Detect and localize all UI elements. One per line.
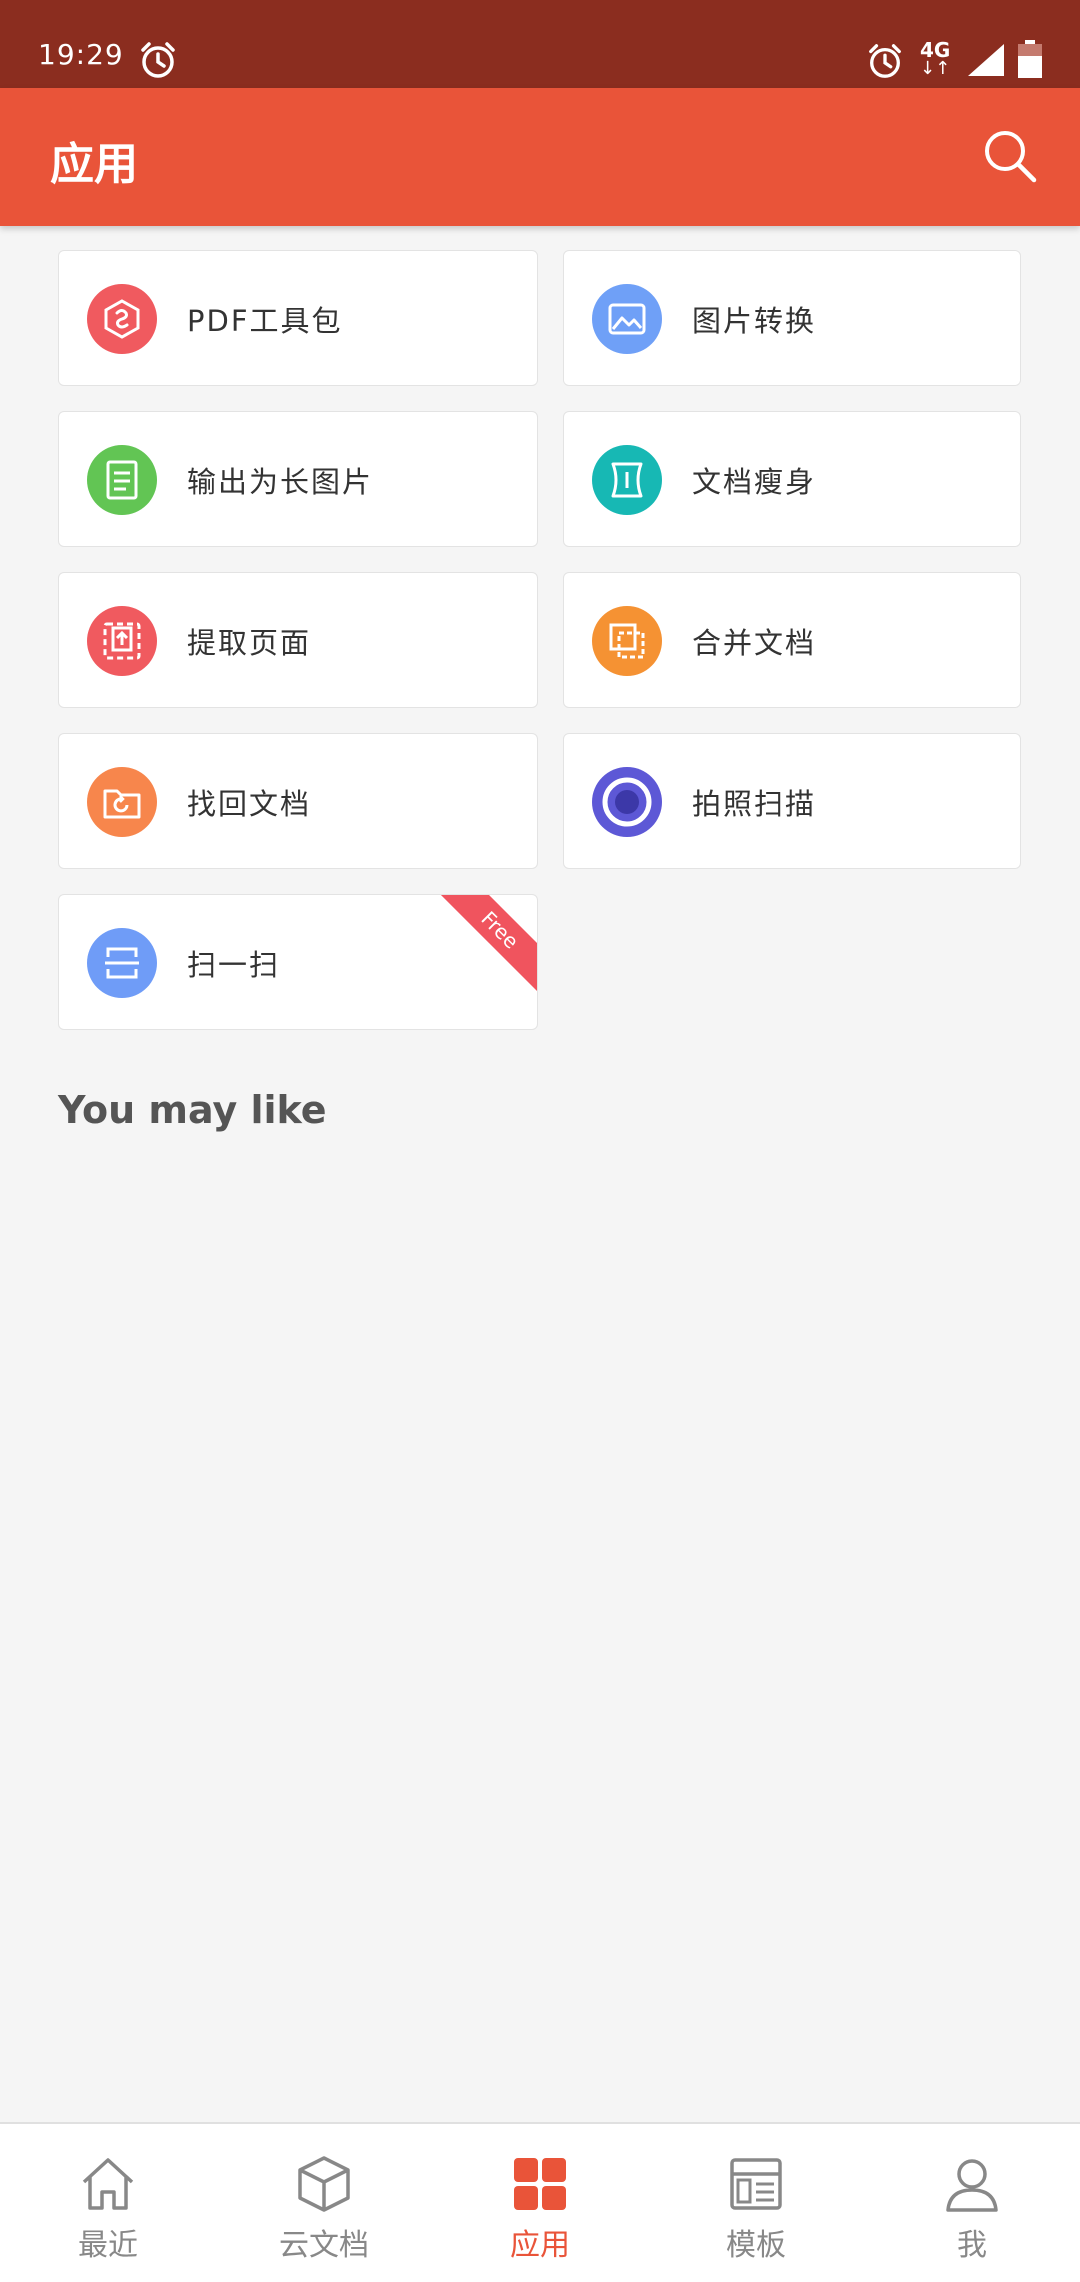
alarm-status-icon: [869, 44, 901, 78]
free-badge: Free: [434, 895, 537, 996]
nav-label: 应用: [510, 2228, 570, 2263]
battery-icon: [1018, 40, 1042, 78]
nav-label: 云文档: [279, 2228, 369, 2263]
scan-icon: [87, 928, 157, 998]
page-title: 应用: [50, 139, 138, 190]
extract-page-icon: [87, 606, 157, 676]
merge-document-icon: [592, 606, 662, 676]
nav-item-templates[interactable]: 模板: [648, 2124, 864, 2282]
home-icon: [82, 2158, 134, 2210]
nav-item-recent[interactable]: 最近: [0, 2124, 216, 2282]
network-type-icon: 4G ↓↑: [918, 38, 954, 82]
nav-label: 模板: [726, 2228, 786, 2263]
image-icon: [592, 284, 662, 354]
nav-item-me[interactable]: 我: [864, 2124, 1080, 2282]
document-slim-icon: [592, 445, 662, 515]
app-bar: 应用: [0, 88, 1080, 226]
nav-label: 最近: [78, 2228, 138, 2263]
network-arrows: ↓↑: [920, 58, 951, 79]
pdf-hexagon-icon: [87, 284, 157, 354]
long-image-icon: [87, 445, 157, 515]
tool-card-extract-page[interactable]: 提取页面: [58, 572, 538, 708]
tool-card-merge-document[interactable]: 合并文档: [563, 572, 1021, 708]
you-may-like-heading: You may like: [58, 1088, 327, 1132]
tool-label: PDF工具包: [187, 304, 343, 338]
tool-card-scan[interactable]: 扫一扫 Free: [58, 894, 538, 1030]
cloud-doc-cube-icon: [298, 2156, 350, 2212]
tool-card-recover-document[interactable]: 找回文档: [58, 733, 538, 869]
tool-label: 扫一扫: [187, 948, 281, 982]
tool-card-pdf-toolkit[interactable]: PDF工具包: [58, 250, 538, 386]
signal-icon: [968, 44, 1004, 76]
camera-scan-icon: [592, 767, 662, 837]
profile-icon: [946, 2159, 998, 2212]
nav-label: 我: [957, 2228, 987, 2263]
alarm-icon: [141, 42, 175, 78]
tool-label: 图片转换: [692, 304, 817, 338]
nav-item-apps[interactable]: 应用: [432, 2124, 648, 2282]
template-icon: [730, 2158, 782, 2210]
tool-label: 输出为长图片: [187, 465, 374, 499]
status-time: 19:29: [38, 38, 124, 71]
tool-card-long-image[interactable]: 输出为长图片: [58, 411, 538, 547]
status-bar: 19:29 4G ↓↑: [0, 0, 1080, 88]
tool-label: 提取页面: [187, 626, 312, 660]
tool-card-image-convert[interactable]: 图片转换: [563, 250, 1021, 386]
bottom-navigation: 最近 云文档 应用 模板 我: [0, 2122, 1080, 2282]
tool-label: 拍照扫描: [692, 787, 817, 821]
tool-label: 合并文档: [692, 626, 817, 660]
tool-label: 文档瘦身: [692, 465, 817, 499]
search-icon[interactable]: [980, 126, 1040, 186]
recover-folder-icon: [87, 767, 157, 837]
apps-grid-icon: [514, 2158, 566, 2210]
tool-label: 找回文档: [187, 787, 312, 821]
tool-card-slim-document[interactable]: 文档瘦身: [563, 411, 1021, 547]
tool-card-camera-scan[interactable]: 拍照扫描: [563, 733, 1021, 869]
nav-item-cloud-docs[interactable]: 云文档: [216, 2124, 432, 2282]
